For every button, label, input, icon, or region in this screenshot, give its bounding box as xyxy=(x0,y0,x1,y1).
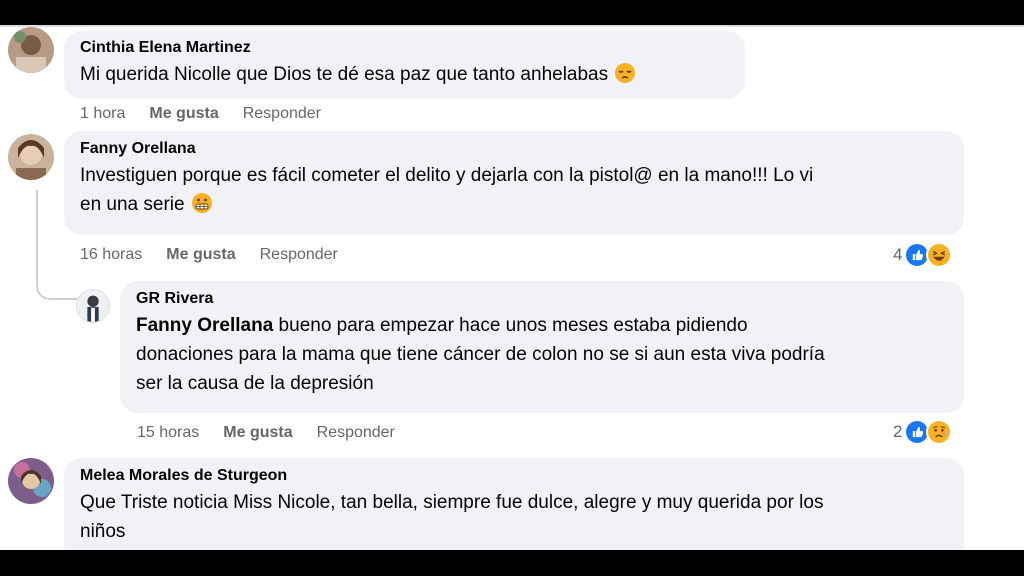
comment-bubble: Fanny Orellana Investiguen porque es fác… xyxy=(64,131,964,235)
like-button[interactable]: Me gusta xyxy=(166,246,235,264)
reaction-summary[interactable]: 4 xyxy=(893,242,953,268)
avatar[interactable] xyxy=(8,134,54,180)
comment-text-line: ser la causa de la depresión xyxy=(136,373,374,394)
comment-timestamp[interactable]: 15 horas xyxy=(137,424,199,442)
comment-text-line: Que Triste noticia Miss Nicole, tan bell… xyxy=(80,492,824,513)
haha-reaction-icon xyxy=(926,242,953,268)
comment-text-line: bueno para empezar hace unos meses estab… xyxy=(273,315,748,336)
comment-actions: 15 horas Me gusta Responder xyxy=(137,422,419,444)
avatar[interactable] xyxy=(76,289,110,323)
bottom-bar xyxy=(0,550,1024,576)
comment-author[interactable]: GR Rivera xyxy=(136,289,948,309)
comment-text: Que Triste noticia Miss Nicole, tan bell… xyxy=(80,488,948,546)
reaction-count: 2 xyxy=(893,422,903,441)
comment-author[interactable]: Cinthia Elena Martinez xyxy=(80,38,729,58)
grimacing-face-emoji xyxy=(191,192,213,214)
comment-text: Fanny Orellana bueno para empezar hace u… xyxy=(136,311,948,398)
avatar[interactable] xyxy=(8,27,54,73)
sad-reaction-icon xyxy=(926,419,953,445)
comment-actions: 1 hora Me gusta Responder xyxy=(80,103,345,125)
pensive-face-emoji xyxy=(614,62,636,84)
comment-text-line: Investiguen porque es fácil cometer el d… xyxy=(80,165,814,186)
reply-button[interactable]: Responder xyxy=(317,424,395,442)
comment-text-line: en una serie xyxy=(80,194,185,215)
like-button[interactable]: Me gusta xyxy=(223,424,292,442)
reaction-summary[interactable]: 2 xyxy=(893,419,953,445)
comment-text: Mi querida Nicolle que Dios te dé esa pa… xyxy=(80,60,729,89)
comment-text: Investiguen porque es fácil cometer el d… xyxy=(80,161,948,219)
comment-bubble: Cinthia Elena Martinez Mi querida Nicoll… xyxy=(64,31,745,99)
thread-connector xyxy=(36,190,78,300)
comments-panel: Cinthia Elena Martinez Mi querida Nicoll… xyxy=(0,25,1024,550)
comment-text-line: niños xyxy=(80,521,126,542)
reaction-count: 4 xyxy=(893,245,903,264)
avatar[interactable] xyxy=(8,458,54,504)
comment-timestamp[interactable]: 16 horas xyxy=(80,246,142,264)
comment-author[interactable]: Melea Morales de Sturgeon xyxy=(80,466,948,486)
divider xyxy=(0,25,1024,27)
comment-timestamp[interactable]: 1 hora xyxy=(80,105,125,123)
reply-button[interactable]: Responder xyxy=(243,105,321,123)
mention-link[interactable]: Fanny Orellana xyxy=(136,315,273,336)
comment-text-content: Mi querida Nicolle que Dios te dé esa pa… xyxy=(80,64,609,85)
comment-bubble: Melea Morales de Sturgeon Que Triste not… xyxy=(64,458,964,550)
like-button[interactable]: Me gusta xyxy=(149,105,218,123)
reply-button[interactable]: Responder xyxy=(260,246,338,264)
comment-actions: 16 horas Me gusta Responder xyxy=(80,244,362,266)
comment-text-line: donaciones para la mama que tiene cáncer… xyxy=(136,344,825,365)
comment-author[interactable]: Fanny Orellana xyxy=(80,139,948,159)
reply-bubble: GR Rivera Fanny Orellana bueno para empe… xyxy=(120,281,964,413)
